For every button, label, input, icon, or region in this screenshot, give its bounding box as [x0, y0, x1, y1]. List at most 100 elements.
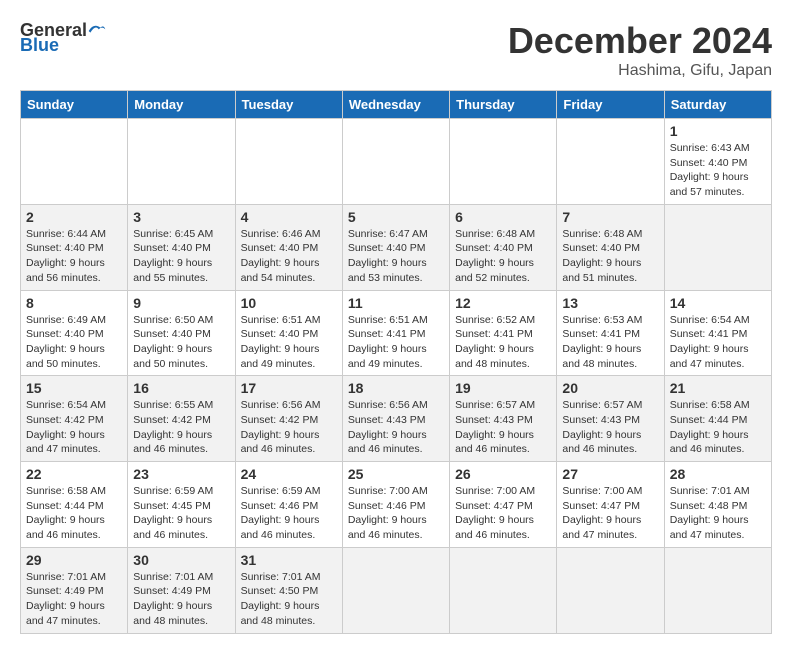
day-number: 25 — [348, 466, 444, 482]
day-info: Sunrise: 6:53 AMSunset: 4:41 PMDaylight:… — [562, 313, 658, 372]
day-number: 15 — [26, 380, 122, 396]
calendar-header-sunday: Sunday — [21, 91, 128, 119]
day-number: 30 — [133, 552, 229, 568]
calendar-week-row: 15 Sunrise: 6:54 AMSunset: 4:42 PMDayligh… — [21, 376, 772, 462]
calendar-cell: 22 Sunrise: 6:58 AMSunset: 4:44 PMDayligh… — [21, 462, 128, 548]
day-info: Sunrise: 6:54 AMSunset: 4:42 PMDaylight:… — [26, 398, 122, 457]
calendar-cell — [450, 547, 557, 633]
calendar-cell: 28 Sunrise: 7:01 AMSunset: 4:48 PMDayligh… — [664, 462, 771, 548]
day-info: Sunrise: 6:58 AMSunset: 4:44 PMDaylight:… — [26, 484, 122, 543]
day-info: Sunrise: 7:01 AMSunset: 4:49 PMDaylight:… — [26, 570, 122, 629]
calendar-header-wednesday: Wednesday — [342, 91, 449, 119]
calendar-cell: 31 Sunrise: 7:01 AMSunset: 4:50 PMDayligh… — [235, 547, 342, 633]
logo: General Blue — [20, 20, 107, 56]
day-number: 5 — [348, 209, 444, 225]
calendar-cell — [557, 547, 664, 633]
calendar-cell: 16 Sunrise: 6:55 AMSunset: 4:42 PMDayligh… — [128, 376, 235, 462]
day-info: Sunrise: 6:58 AMSunset: 4:44 PMDaylight:… — [670, 398, 766, 457]
day-number: 13 — [562, 295, 658, 311]
day-number: 3 — [133, 209, 229, 225]
day-number: 16 — [133, 380, 229, 396]
day-info: Sunrise: 6:59 AMSunset: 4:45 PMDaylight:… — [133, 484, 229, 543]
day-info: Sunrise: 6:59 AMSunset: 4:46 PMDaylight:… — [241, 484, 337, 543]
day-number: 7 — [562, 209, 658, 225]
day-info: Sunrise: 7:00 AMSunset: 4:46 PMDaylight:… — [348, 484, 444, 543]
calendar-cell: 7 Sunrise: 6:48 AMSunset: 4:40 PMDaylight… — [557, 204, 664, 290]
calendar-cell — [235, 119, 342, 205]
calendar-header-row: SundayMondayTuesdayWednesdayThursdayFrid… — [21, 91, 772, 119]
day-number: 17 — [241, 380, 337, 396]
day-number: 18 — [348, 380, 444, 396]
calendar-cell — [21, 119, 128, 205]
calendar-cell — [342, 547, 449, 633]
calendar-cell: 5 Sunrise: 6:47 AMSunset: 4:40 PMDaylight… — [342, 204, 449, 290]
day-number: 31 — [241, 552, 337, 568]
day-number: 1 — [670, 123, 766, 139]
calendar-cell — [450, 119, 557, 205]
calendar-cell: 30 Sunrise: 7:01 AMSunset: 4:49 PMDayligh… — [128, 547, 235, 633]
day-info: Sunrise: 6:47 AMSunset: 4:40 PMDaylight:… — [348, 227, 444, 286]
day-info: Sunrise: 7:00 AMSunset: 4:47 PMDaylight:… — [455, 484, 551, 543]
calendar-cell: 26Sunrise: 7:00 AMSunset: 4:47 PMDayligh… — [450, 462, 557, 548]
calendar-cell: 23 Sunrise: 6:59 AMSunset: 4:45 PMDayligh… — [128, 462, 235, 548]
calendar-cell — [557, 119, 664, 205]
day-info: Sunrise: 6:46 AMSunset: 4:40 PMDaylight:… — [241, 227, 337, 286]
day-info: Sunrise: 7:01 AMSunset: 4:48 PMDaylight:… — [670, 484, 766, 543]
day-info: Sunrise: 6:57 AMSunset: 4:43 PMDaylight:… — [455, 398, 551, 457]
day-info: Sunrise: 6:54 AMSunset: 4:41 PMDaylight:… — [670, 313, 766, 372]
calendar-cell — [128, 119, 235, 205]
logo-icon — [87, 21, 107, 41]
calendar-cell: 21 Sunrise: 6:58 AMSunset: 4:44 PMDayligh… — [664, 376, 771, 462]
calendar-cell: 4 Sunrise: 6:46 AMSunset: 4:40 PMDaylight… — [235, 204, 342, 290]
calendar-cell: 25 Sunrise: 7:00 AMSunset: 4:46 PMDayligh… — [342, 462, 449, 548]
location-subtitle: Hashima, Gifu, Japan — [508, 62, 772, 80]
calendar-cell: 18Sunrise: 6:56 AMSunset: 4:43 PMDayligh… — [342, 376, 449, 462]
day-number: 22 — [26, 466, 122, 482]
day-number: 23 — [133, 466, 229, 482]
calendar-cell — [342, 119, 449, 205]
day-number: 8 — [26, 295, 122, 311]
month-title: December 2024 — [508, 20, 772, 62]
day-number: 6 — [455, 209, 551, 225]
day-number: 21 — [670, 380, 766, 396]
day-info: Sunrise: 6:43 AMSunset: 4:40 PMDaylight:… — [670, 141, 766, 200]
calendar-cell: 17 Sunrise: 6:56 AMSunset: 4:42 PMDayligh… — [235, 376, 342, 462]
day-info: Sunrise: 6:45 AMSunset: 4:40 PMDaylight:… — [133, 227, 229, 286]
calendar-cell: 11 Sunrise: 6:51 AMSunset: 4:41 PMDayligh… — [342, 290, 449, 376]
day-info: Sunrise: 7:01 AMSunset: 4:49 PMDaylight:… — [133, 570, 229, 629]
day-info: Sunrise: 6:56 AMSunset: 4:42 PMDaylight:… — [241, 398, 337, 457]
calendar-cell — [664, 547, 771, 633]
calendar-cell: 27Sunrise: 7:00 AMSunset: 4:47 PMDayligh… — [557, 462, 664, 548]
day-number: 28 — [670, 466, 766, 482]
calendar-week-row: 29 Sunrise: 7:01 AMSunset: 4:49 PMDayligh… — [21, 547, 772, 633]
day-info: Sunrise: 6:49 AMSunset: 4:40 PMDaylight:… — [26, 313, 122, 372]
calendar-header-monday: Monday — [128, 91, 235, 119]
calendar-cell: 6 Sunrise: 6:48 AMSunset: 4:40 PMDaylight… — [450, 204, 557, 290]
day-info: Sunrise: 6:51 AMSunset: 4:41 PMDaylight:… — [348, 313, 444, 372]
calendar-week-row: 1 Sunrise: 6:43 AMSunset: 4:40 PMDaylight… — [21, 119, 772, 205]
day-number: 29 — [26, 552, 122, 568]
calendar-cell: 10Sunrise: 6:51 AMSunset: 4:40 PMDayligh… — [235, 290, 342, 376]
calendar-cell: 13 Sunrise: 6:53 AMSunset: 4:41 PMDayligh… — [557, 290, 664, 376]
day-number: 11 — [348, 295, 444, 311]
day-info: Sunrise: 7:01 AMSunset: 4:50 PMDaylight:… — [241, 570, 337, 629]
calendar-cell — [664, 204, 771, 290]
day-info: Sunrise: 6:57 AMSunset: 4:43 PMDaylight:… — [562, 398, 658, 457]
day-number: 4 — [241, 209, 337, 225]
day-number: 27 — [562, 466, 658, 482]
calendar-cell: 2 Sunrise: 6:44 AMSunset: 4:40 PMDaylight… — [21, 204, 128, 290]
calendar-header-saturday: Saturday — [664, 91, 771, 119]
day-info: Sunrise: 6:48 AMSunset: 4:40 PMDaylight:… — [562, 227, 658, 286]
logo-blue-text: Blue — [20, 35, 59, 56]
day-info: Sunrise: 6:52 AMSunset: 4:41 PMDaylight:… — [455, 313, 551, 372]
day-number: 2 — [26, 209, 122, 225]
day-info: Sunrise: 6:50 AMSunset: 4:40 PMDaylight:… — [133, 313, 229, 372]
calendar-cell: 1 Sunrise: 6:43 AMSunset: 4:40 PMDaylight… — [664, 119, 771, 205]
day-info: Sunrise: 6:44 AMSunset: 4:40 PMDaylight:… — [26, 227, 122, 286]
day-number: 19 — [455, 380, 551, 396]
day-info: Sunrise: 6:48 AMSunset: 4:40 PMDaylight:… — [455, 227, 551, 286]
day-info: Sunrise: 6:55 AMSunset: 4:42 PMDaylight:… — [133, 398, 229, 457]
calendar-header-thursday: Thursday — [450, 91, 557, 119]
calendar-week-row: 8 Sunrise: 6:49 AMSunset: 4:40 PMDaylight… — [21, 290, 772, 376]
calendar-cell: 19 Sunrise: 6:57 AMSunset: 4:43 PMDayligh… — [450, 376, 557, 462]
